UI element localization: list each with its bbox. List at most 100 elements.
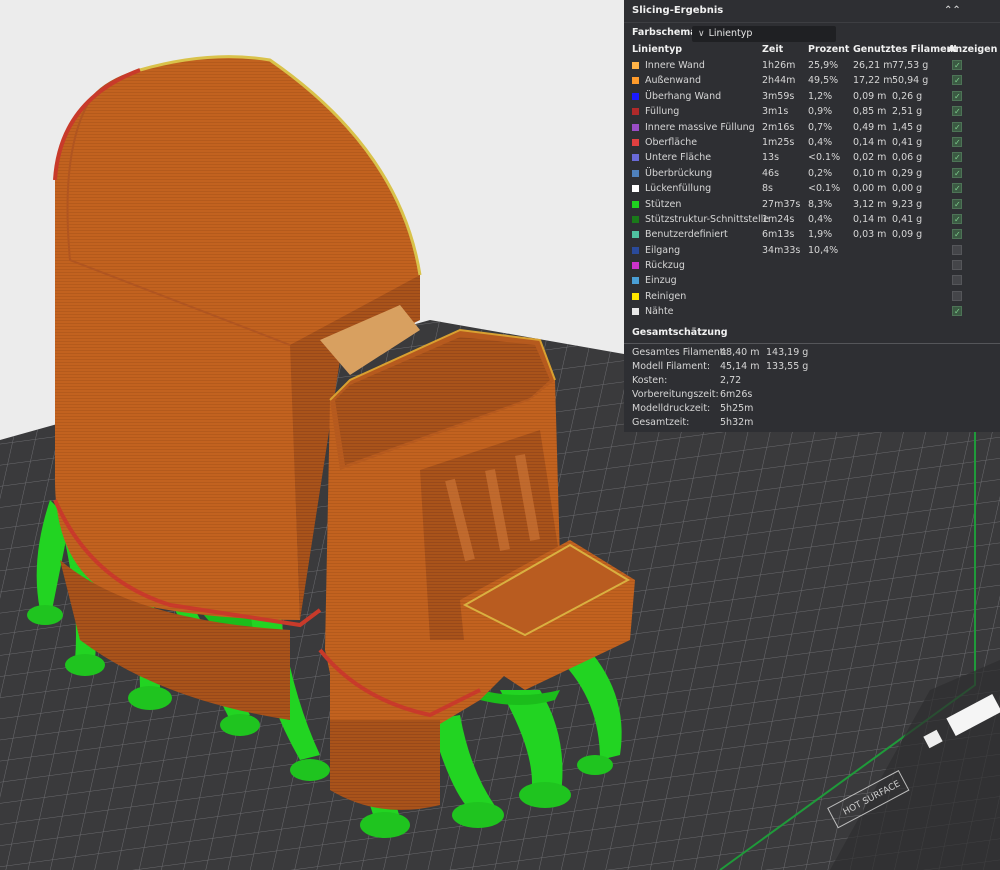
- summary-table: Gesamtes Filament: 48,40 m 143,19 g Modell …: [624, 346, 1000, 430]
- color-swatch: [632, 262, 639, 270]
- line-type-percent: 0,4%: [808, 213, 833, 225]
- line-type-name: Stützen: [645, 198, 682, 210]
- color-swatch: [632, 185, 639, 193]
- show-checkbox[interactable]: [952, 227, 962, 243]
- color-scheme-value: Linientyp: [708, 28, 753, 39]
- summary-label: Kosten:: [632, 375, 668, 386]
- show-checkbox[interactable]: [952, 135, 962, 150]
- table-row: Überhang Wand 3m59s 1,2% 0,09 m 0,26 g: [624, 89, 1000, 104]
- line-type-time: 3m59s: [762, 90, 795, 102]
- line-type-weight: 0,26 g: [892, 90, 923, 102]
- line-type-weight: 0,29 g: [892, 167, 923, 179]
- line-type-name: Reinigen: [645, 290, 687, 302]
- summary-label: Modelldruckzeit:: [632, 403, 711, 414]
- line-type-weight: 0,00 g: [892, 183, 923, 195]
- color-scheme-row: Farbschema ∨ Linientyp: [624, 23, 1000, 45]
- line-type-weight: 0,09 g: [892, 229, 923, 241]
- table-row: Innere massive Füllung 2m16s 0,7% 0,49 m 1,4…: [624, 120, 1000, 135]
- color-swatch: [632, 292, 639, 300]
- line-type-percent: 49,5%: [808, 75, 839, 87]
- line-type-percent: <0.1%: [808, 183, 841, 195]
- show-checkbox[interactable]: [952, 181, 962, 197]
- line-type-time: 46s: [762, 167, 780, 179]
- show-checkbox[interactable]: [952, 58, 962, 73]
- line-type-time: 3m1s: [762, 106, 789, 118]
- show-checkbox[interactable]: [952, 73, 962, 89]
- line-type-length: 0,14 m: [853, 213, 887, 225]
- line-type-weight: 77,53 g: [892, 60, 929, 71]
- color-swatch: [632, 154, 639, 162]
- line-type-length: 3,12 m: [853, 198, 887, 210]
- line-type-name: Außenwand: [645, 75, 702, 87]
- show-checkbox[interactable]: [952, 290, 962, 301]
- table-row: Außenwand 2h44m 49,5% 17,22 m 50,94 g: [624, 73, 1000, 89]
- chevron-down-icon: ∨: [698, 29, 705, 39]
- line-type-name: Benutzerdefiniert: [645, 229, 728, 241]
- show-checkbox[interactable]: [952, 260, 962, 271]
- show-checkbox[interactable]: [952, 197, 962, 212]
- table-row: Benutzerdefiniert 6m13s 1,9% 0,03 m 0,09 g: [624, 227, 1000, 243]
- show-checkbox[interactable]: [952, 104, 962, 120]
- line-type-name: Eilgang: [645, 244, 681, 256]
- summary-value-1: 6m26s: [720, 389, 753, 400]
- table-row: Reinigen: [624, 289, 1000, 304]
- show-checkbox[interactable]: [952, 120, 962, 135]
- show-checkbox[interactable]: [952, 244, 962, 255]
- line-type-length: 17,22 m: [853, 75, 893, 87]
- summary-value-1: 45,14 m: [720, 361, 760, 372]
- line-type-name: Oberfläche: [645, 136, 698, 148]
- panel-title-text: Slicing-Ergebnis: [632, 5, 724, 16]
- line-type-name: Füllung: [645, 106, 680, 118]
- col-header-percent: Prozent: [808, 44, 850, 55]
- show-checkbox[interactable]: [952, 304, 962, 320]
- divider: [624, 343, 1000, 344]
- color-swatch: [632, 92, 639, 100]
- line-type-table: Innere Wand 1h26m 25,9% 26,21 m77,53 g Außen…: [624, 58, 1000, 320]
- summary-title: Gesamtschätzung: [632, 327, 728, 338]
- line-type-weight: 0,41 g: [892, 213, 923, 225]
- line-type-name: Nähte: [645, 306, 674, 318]
- color-swatch: [632, 308, 639, 316]
- line-type-time: 13s: [762, 152, 780, 164]
- color-swatch: [632, 169, 639, 177]
- color-swatch: [632, 77, 639, 85]
- line-type-name: Stützstruktur-Schnittstelle: [645, 213, 770, 225]
- table-row: Lückenfüllung 8s <0.1% 0,00 m 0,00 g: [624, 181, 1000, 197]
- line-type-length: 26,21 m: [853, 60, 893, 71]
- line-type-name: Innere massive Füllung: [645, 121, 755, 133]
- show-checkbox[interactable]: [952, 166, 962, 181]
- color-scheme-select[interactable]: ∨ Linientyp: [692, 26, 836, 42]
- table-row: Füllung 3m1s 0,9% 0,85 m 2,51 g: [624, 104, 1000, 120]
- show-checkbox[interactable]: [952, 212, 962, 227]
- line-type-length: 0,14 m: [853, 136, 887, 148]
- summary-label: Gesamtzeit:: [632, 417, 690, 428]
- show-checkbox[interactable]: [952, 89, 962, 104]
- line-type-percent: 1,2%: [808, 90, 833, 102]
- col-header-show: Anzeigen: [948, 44, 998, 55]
- line-type-name: Rückzug: [645, 260, 685, 272]
- show-checkbox[interactable]: [952, 150, 962, 166]
- summary-label: Vorbereitungszeit:: [632, 389, 719, 400]
- color-swatch: [632, 138, 639, 146]
- summary-row: Gesamtes Filament: 48,40 m 143,19 g: [624, 346, 1000, 360]
- line-type-name: Innere Wand: [645, 60, 705, 71]
- line-type-percent: <0.1%: [808, 152, 841, 164]
- table-row: Nähte: [624, 304, 1000, 320]
- color-swatch: [632, 123, 639, 131]
- color-swatch: [632, 200, 639, 208]
- line-type-length: 0,00 m: [853, 183, 887, 195]
- col-header-time: Zeit: [762, 44, 784, 55]
- summary-row: Modell Filament: 45,14 m 133,55 g: [624, 360, 1000, 374]
- line-type-time: 2h44m: [762, 75, 796, 87]
- line-type-time: 8s: [762, 183, 773, 195]
- table-row: Untere Fläche 13s <0.1% 0,02 m 0,06 g: [624, 150, 1000, 166]
- line-type-length: 0,85 m: [853, 106, 887, 118]
- color-swatch: [632, 108, 639, 116]
- summary-value-2: 133,55 g: [766, 361, 809, 372]
- summary-value-2: 143,19 g: [766, 347, 809, 358]
- table-row: Stützen 27m37s 8,3% 3,12 m 9,23 g: [624, 197, 1000, 212]
- collapse-chevron-icon[interactable]: ⌃⌃: [944, 0, 961, 22]
- color-swatch: [632, 62, 639, 69]
- show-checkbox[interactable]: [952, 275, 962, 286]
- summary-row: Kosten: 2,72: [624, 374, 1000, 388]
